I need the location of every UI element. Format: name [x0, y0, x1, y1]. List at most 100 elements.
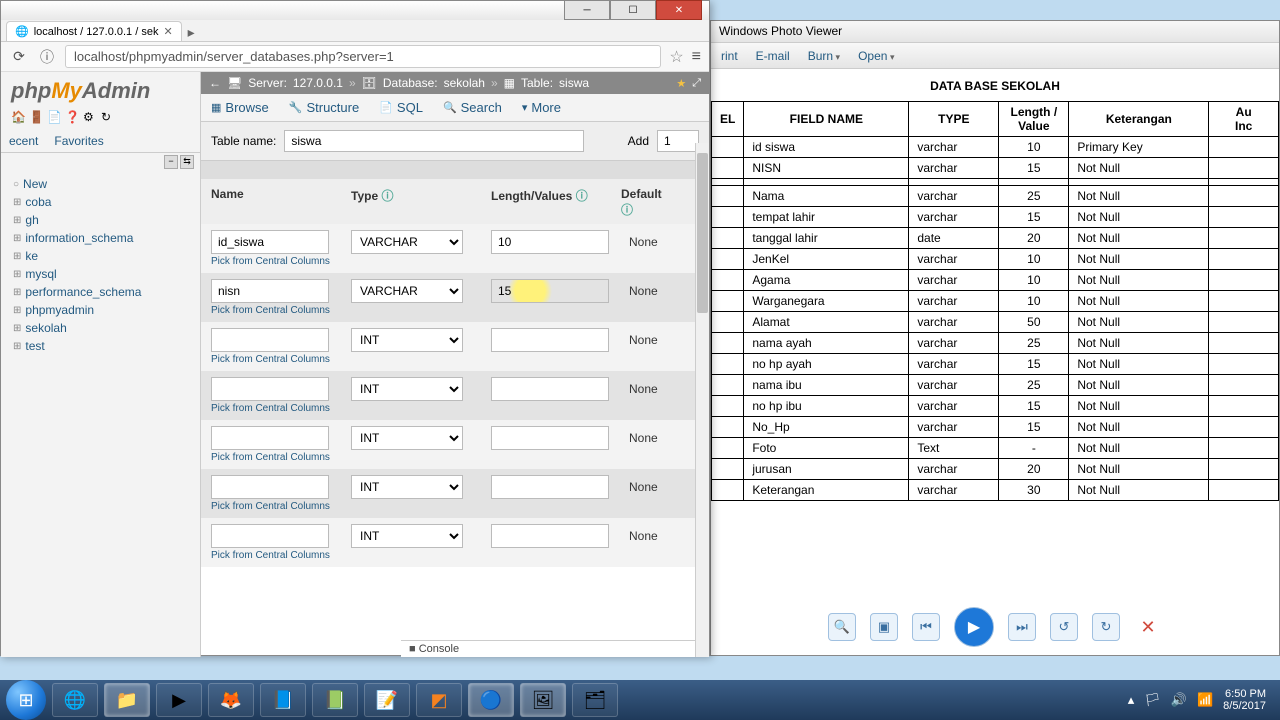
tab-search[interactable]: 🔍Search	[433, 94, 512, 121]
col-type-select[interactable]: VARCHAR	[351, 279, 463, 303]
db-node-New[interactable]: New	[7, 175, 200, 193]
db-node-sekolah[interactable]: sekolah	[7, 319, 200, 337]
window-maximize-button[interactable]: ☐	[610, 0, 656, 20]
col-length-input[interactable]	[491, 475, 609, 499]
col-type-select[interactable]: VARCHAR	[351, 230, 463, 254]
task-media[interactable]: ▶	[156, 683, 202, 717]
delete-icon[interactable]: ✕	[1134, 613, 1162, 641]
col-name-input[interactable]	[211, 475, 329, 499]
bc-table[interactable]: siswa	[559, 76, 589, 90]
col-default[interactable]: None	[621, 382, 676, 396]
settings-icon[interactable]: ⚙	[83, 110, 97, 124]
db-node-performance_schema[interactable]: performance_schema	[7, 283, 200, 301]
col-name-input[interactable]	[211, 230, 329, 254]
col-length-input[interactable]	[491, 279, 609, 303]
task-notepad[interactable]: 📝	[364, 683, 410, 717]
col-default[interactable]: None	[621, 529, 676, 543]
col-length-input[interactable]	[491, 377, 609, 401]
pick-central-columns-link[interactable]: Pick from Central Columns	[201, 403, 709, 420]
col-name-input[interactable]	[211, 524, 329, 548]
tray-flag-icon[interactable]: 🏳	[1144, 692, 1161, 708]
tab-sql[interactable]: 📄SQL	[369, 94, 433, 121]
reload-nav-icon[interactable]: ↻	[101, 110, 115, 124]
col-length-input[interactable]	[491, 230, 609, 254]
window-close-button[interactable]: ✕	[656, 0, 702, 20]
table-name-input[interactable]	[284, 130, 584, 152]
rotate-cw-icon[interactable]: ↻	[1092, 613, 1120, 641]
col-type-select[interactable]: INT	[351, 426, 463, 450]
task-firefox[interactable]: 🦊	[208, 683, 254, 717]
reload-button[interactable]: ⟳	[9, 48, 29, 65]
nav-back-icon[interactable]: ←	[209, 76, 221, 90]
pv-menu-burn[interactable]: Burn	[808, 49, 840, 63]
home-icon[interactable]: 🏠	[11, 110, 25, 124]
new-tab-button[interactable]: ▸	[188, 24, 195, 41]
pick-central-columns-link[interactable]: Pick from Central Columns	[201, 354, 709, 371]
col-default[interactable]: None	[621, 333, 676, 347]
pv-menu-open[interactable]: Open	[858, 49, 894, 63]
tab-close-icon[interactable]: ✕	[163, 25, 172, 38]
col-default[interactable]: None	[621, 284, 676, 298]
help-icon[interactable]: ⓘ	[576, 189, 588, 203]
col-length-input[interactable]	[491, 328, 609, 352]
next-icon[interactable]: ⏭	[1008, 613, 1036, 641]
vertical-scrollbar[interactable]	[695, 143, 709, 657]
task-ie[interactable]: 🌐	[52, 683, 98, 717]
col-type-select[interactable]: INT	[351, 475, 463, 499]
pma-logo[interactable]: phpMyAdmin	[1, 72, 200, 110]
tab-structure[interactable]: 🔧Structure	[279, 94, 369, 121]
task-excel[interactable]: 📗	[312, 683, 358, 717]
tab-browse[interactable]: ▦Browse	[201, 94, 279, 121]
info-icon[interactable]: ⓘ	[37, 47, 57, 67]
col-name-input[interactable]	[211, 426, 329, 450]
db-node-gh[interactable]: gh	[7, 211, 200, 229]
fit-icon[interactable]: ▣	[870, 613, 898, 641]
task-photoviewer[interactable]: 🖼	[520, 683, 566, 717]
sql-icon[interactable]: 📄	[47, 110, 61, 124]
col-name-input[interactable]	[211, 279, 329, 303]
window-minimize-button[interactable]: ─	[564, 0, 610, 20]
task-word[interactable]: 📘	[260, 683, 306, 717]
col-type-select[interactable]: INT	[351, 524, 463, 548]
fullscreen-icon[interactable]: ⤢	[692, 77, 701, 90]
zoom-icon[interactable]: 🔍	[828, 613, 856, 641]
col-name-input[interactable]	[211, 377, 329, 401]
bookmark-star-icon[interactable]: ☆	[669, 47, 683, 67]
db-node-phpmyadmin[interactable]: phpmyadmin	[7, 301, 200, 319]
task-xampp[interactable]: ◩	[416, 683, 462, 717]
pick-central-columns-link[interactable]: Pick from Central Columns	[201, 452, 709, 469]
slideshow-button[interactable]: ▶	[954, 607, 994, 647]
tray-up-icon[interactable]: ▴	[1128, 692, 1135, 708]
db-node-coba[interactable]: coba	[7, 193, 200, 211]
task-chrome[interactable]: 🔵	[468, 683, 514, 717]
db-node-ke[interactable]: ke	[7, 247, 200, 265]
tray-volume-icon[interactable]: 📶	[1197, 692, 1213, 708]
tab-more[interactable]: ▾More	[512, 94, 571, 121]
console-bar[interactable]: Console	[401, 640, 697, 657]
tray-network-icon[interactable]: 🔊	[1171, 692, 1187, 708]
col-length-input[interactable]	[491, 524, 609, 548]
pv-menu-print[interactable]: rint	[721, 49, 738, 63]
db-node-mysql[interactable]: mysql	[7, 265, 200, 283]
task-explorer[interactable]: 📁	[104, 683, 150, 717]
chrome-menu-icon[interactable]: ≡	[692, 48, 701, 66]
col-default[interactable]: None	[621, 431, 676, 445]
col-default[interactable]: None	[621, 480, 676, 494]
pick-central-columns-link[interactable]: Pick from Central Columns	[201, 550, 709, 567]
col-name-input[interactable]	[211, 328, 329, 352]
collapse-all-icon[interactable]: −	[164, 155, 178, 169]
add-columns-input[interactable]	[657, 130, 699, 152]
col-type-select[interactable]: INT	[351, 328, 463, 352]
browser-tab[interactable]: 🌐 localhost / 127.0.0.1 / sek ✕	[6, 21, 182, 41]
rotate-ccw-icon[interactable]: ↺	[1050, 613, 1078, 641]
db-node-test[interactable]: test	[7, 337, 200, 355]
recent-tab[interactable]: ecent	[1, 130, 46, 152]
db-node-information_schema[interactable]: information_schema	[7, 229, 200, 247]
col-type-select[interactable]: INT	[351, 377, 463, 401]
logout-icon[interactable]: 🚪	[29, 110, 43, 124]
col-default[interactable]: None	[621, 235, 676, 249]
bookmark-icon[interactable]: ★	[676, 77, 686, 90]
url-input[interactable]	[65, 45, 661, 68]
docs-icon[interactable]: ❓	[65, 110, 79, 124]
tray-clock[interactable]: 6:50 PM 8/5/2017	[1223, 688, 1266, 712]
